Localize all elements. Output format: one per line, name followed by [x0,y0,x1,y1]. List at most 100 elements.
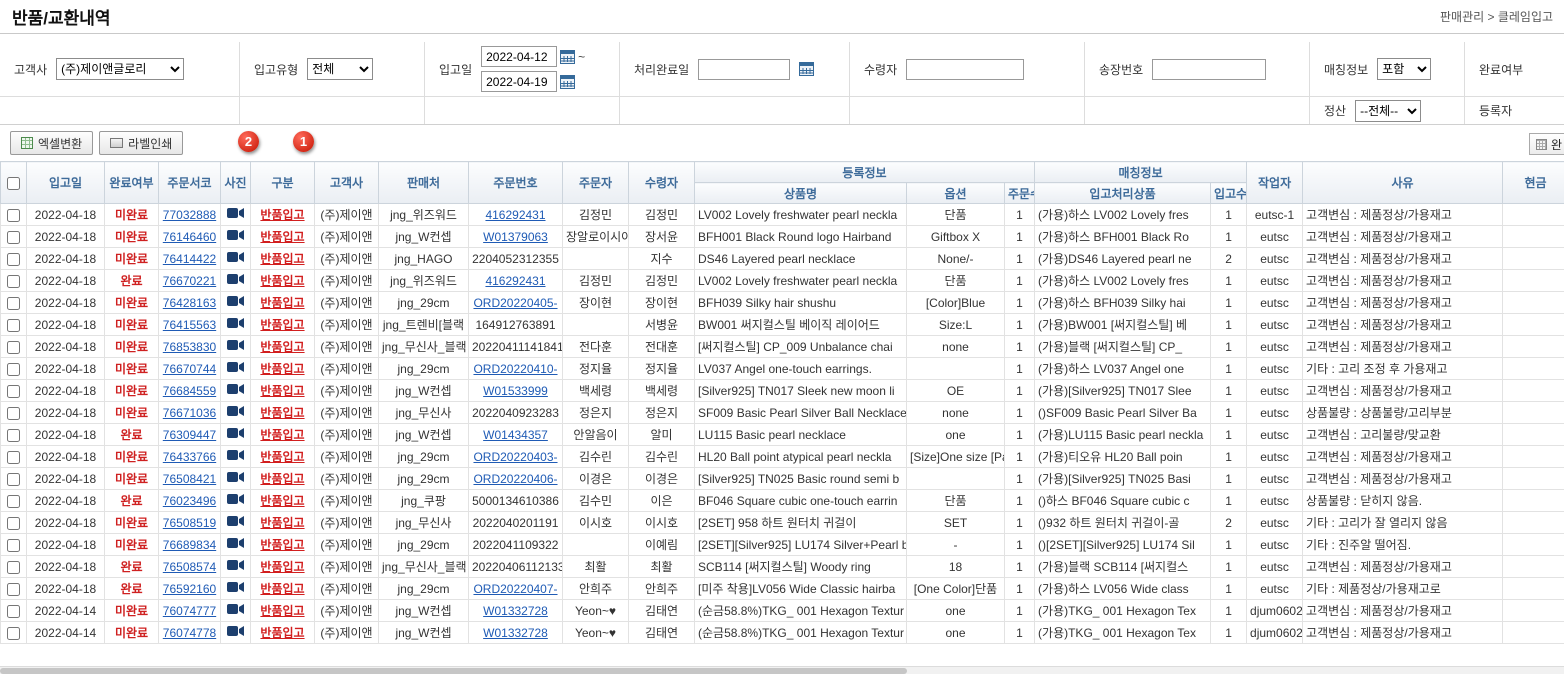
row-checkbox[interactable] [7,517,20,530]
camera-icon[interactable] [227,208,244,222]
row-select-cell[interactable] [1,600,27,622]
excel-export-button[interactable]: 엑셀변환 [10,131,93,155]
calendar-icon[interactable] [799,62,814,76]
cell-order-code[interactable]: 76309447 [159,424,221,446]
cell-order-no[interactable]: W01533999 [469,380,563,402]
cell-type[interactable]: 반품입고 [251,358,315,380]
cell-order-code[interactable]: 76853830 [159,336,221,358]
camera-icon[interactable] [227,296,244,310]
camera-icon[interactable] [227,252,244,266]
row-select-cell[interactable] [1,204,27,226]
cell-order-code[interactable]: 76023496 [159,490,221,512]
row-select-cell[interactable] [1,380,27,402]
row-select-cell[interactable] [1,490,27,512]
row-checkbox[interactable] [7,209,20,222]
cell-type[interactable]: 반품입고 [251,556,315,578]
scrollbar-thumb[interactable] [0,668,907,674]
cell-type[interactable]: 반품입고 [251,204,315,226]
cell-order-no[interactable]: ORD20220410- [469,358,563,380]
intake-date-from-input[interactable] [481,46,557,67]
cell-order-code[interactable]: 76684559 [159,380,221,402]
cell-type[interactable]: 반품입고 [251,622,315,644]
cell-photo[interactable] [221,314,251,336]
row-checkbox[interactable] [7,341,20,354]
row-checkbox[interactable] [7,297,20,310]
cell-order-code[interactable]: 76670221 [159,270,221,292]
cell-order-no[interactable]: ORD20220407- [469,578,563,600]
matching-select[interactable]: 포함 [1377,58,1431,80]
cell-type[interactable]: 반품입고 [251,226,315,248]
horizontal-scrollbar[interactable] [0,666,1564,674]
row-select-cell[interactable] [1,358,27,380]
row-checkbox[interactable] [7,627,20,640]
row-select-cell[interactable] [1,556,27,578]
cell-order-code[interactable]: 76508574 [159,556,221,578]
cell-order-no[interactable]: W01332728 [469,622,563,644]
cell-photo[interactable] [221,534,251,556]
cell-order-no[interactable]: 416292431 [469,204,563,226]
cell-type[interactable]: 반품입고 [251,600,315,622]
row-checkbox[interactable] [7,385,20,398]
cell-photo[interactable] [221,380,251,402]
cell-photo[interactable] [221,556,251,578]
camera-icon[interactable] [227,560,244,574]
camera-icon[interactable] [227,362,244,376]
cell-order-code[interactable]: 76508519 [159,512,221,534]
receiver-input[interactable] [906,59,1024,80]
cell-photo[interactable] [221,512,251,534]
cell-order-code[interactable]: 76074777 [159,600,221,622]
cell-order-no[interactable]: W01332728 [469,600,563,622]
cell-photo[interactable] [221,622,251,644]
cell-type[interactable]: 반품입고 [251,270,315,292]
cell-photo[interactable] [221,402,251,424]
cell-photo[interactable] [221,270,251,292]
intake-date-to-input[interactable] [481,71,557,92]
row-select-cell[interactable] [1,248,27,270]
cell-order-code[interactable]: 76146460 [159,226,221,248]
cell-type[interactable]: 반품입고 [251,314,315,336]
cell-order-code[interactable]: 76414422 [159,248,221,270]
cell-order-no[interactable]: ORD20220403- [469,446,563,468]
cell-photo[interactable] [221,226,251,248]
cell-order-code[interactable]: 76074778 [159,622,221,644]
row-checkbox[interactable] [7,407,20,420]
cell-order-no[interactable]: W01434357 [469,424,563,446]
cell-type[interactable]: 반품입고 [251,424,315,446]
cell-order-code[interactable]: 76428163 [159,292,221,314]
camera-icon[interactable] [227,604,244,618]
row-select-cell[interactable] [1,578,27,600]
row-checkbox[interactable] [7,583,20,596]
row-checkbox[interactable] [7,605,20,618]
camera-icon[interactable] [227,406,244,420]
camera-icon[interactable] [227,318,244,332]
cell-photo[interactable] [221,292,251,314]
cell-photo[interactable] [221,424,251,446]
cell-order-code[interactable]: 76433766 [159,446,221,468]
cell-photo[interactable] [221,204,251,226]
cell-photo[interactable] [221,468,251,490]
cell-photo[interactable] [221,490,251,512]
row-checkbox[interactable] [7,253,20,266]
camera-icon[interactable] [227,274,244,288]
cell-type[interactable]: 반품입고 [251,402,315,424]
cell-type[interactable]: 반품입고 [251,292,315,314]
settlement-select[interactable]: --전체-- [1355,100,1421,122]
select-all-checkbox[interactable] [7,177,20,190]
camera-icon[interactable] [227,472,244,486]
camera-icon[interactable] [227,450,244,464]
cell-order-code[interactable]: 76592160 [159,578,221,600]
cell-order-no[interactable]: ORD20220405- [469,292,563,314]
camera-icon[interactable] [227,384,244,398]
row-checkbox[interactable] [7,231,20,244]
cell-photo[interactable] [221,358,251,380]
intake-type-select[interactable]: 전체 [307,58,373,80]
camera-icon[interactable] [227,538,244,552]
camera-icon[interactable] [227,582,244,596]
camera-icon[interactable] [227,428,244,442]
calendar-icon[interactable] [560,75,575,89]
label-print-button[interactable]: 라벨인쇄 [99,131,183,155]
cell-photo[interactable] [221,446,251,468]
cell-order-code[interactable]: 76671036 [159,402,221,424]
row-select-cell[interactable] [1,534,27,556]
row-select-cell[interactable] [1,292,27,314]
